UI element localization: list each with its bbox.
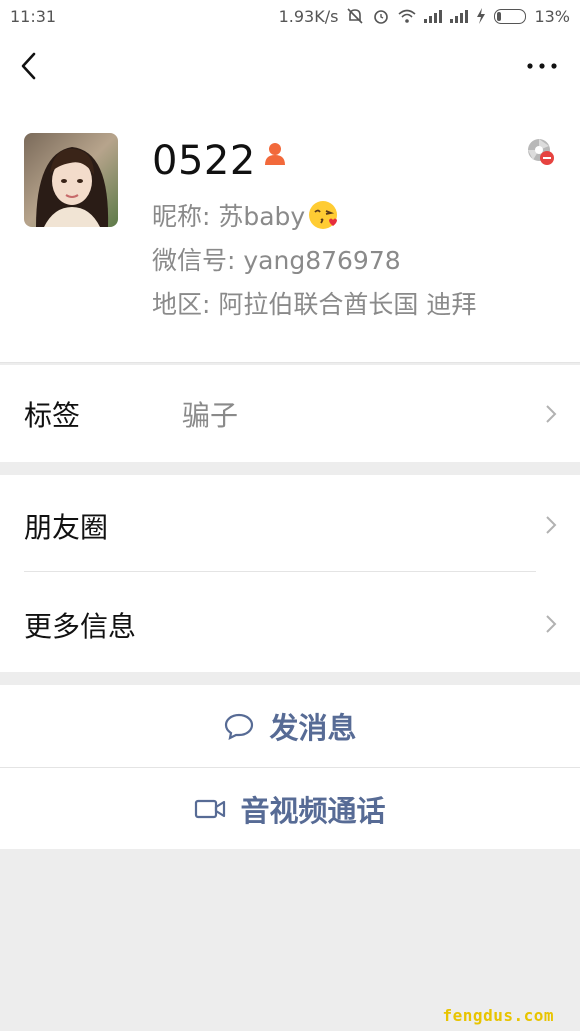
battery-fill — [497, 11, 501, 21]
battery-percent: 13% — [534, 6, 570, 26]
video-call-label: 音视频通话 — [240, 793, 386, 828]
battery-icon — [494, 8, 527, 24]
send-message-button[interactable]: 发消息 — [0, 685, 580, 767]
more-info-title: 更多信息 — [24, 610, 137, 643]
chat-bubble-icon — [225, 713, 254, 740]
tags-value: 骗子 — [182, 399, 239, 432]
signal-icon-1 — [424, 9, 443, 23]
send-message-label: 发消息 — [269, 711, 357, 745]
wechat-id-line: 微信号: yang876978 — [152, 246, 401, 275]
avatar[interactable] — [24, 133, 118, 227]
video-camera-icon — [195, 799, 226, 818]
charging-icon — [477, 8, 486, 24]
nickname-text: 昵称: 苏baby — [152, 202, 306, 231]
more-dots-icon[interactable] — [524, 52, 560, 80]
wifi-icon — [398, 9, 416, 23]
watermark: fengdus.com — [442, 1006, 554, 1025]
signal-icon-2 — [450, 9, 469, 23]
moments-cell[interactable]: 朋友圈 — [0, 475, 580, 572]
chevron-right-icon — [546, 615, 557, 633]
nickname-line: 昵称: 苏baby — [152, 197, 341, 233]
person-badge-icon — [264, 143, 285, 165]
video-call-button[interactable]: 音视频通话 — [0, 768, 580, 849]
status-time: 11:31 — [10, 6, 57, 26]
more-info-cell[interactable]: 更多信息 — [0, 572, 580, 672]
chevron-right-icon — [546, 405, 557, 423]
network-speed: 1.93K/s — [278, 6, 339, 26]
divider — [0, 362, 580, 363]
contact-profile-page: 11:31 1.93K/s 13% 0522 昵称: 苏baby 微信号: ya… — [0, 0, 580, 1031]
profile-header: 0522 昵称: 苏baby 微信号: yang876978 地区: 阿拉伯联合… — [0, 100, 580, 363]
status-indicators: 1.93K/s 13% — [279, 7, 570, 26]
tags-title: 标签 — [24, 399, 81, 432]
display-name: 0522 — [152, 138, 256, 184]
region-line: 地区: 阿拉伯联合酋长国 迪拜 — [152, 290, 477, 319]
moments-title: 朋友圈 — [24, 511, 109, 544]
name-row: 0522 — [152, 138, 286, 184]
nav-bar — [0, 32, 580, 100]
chevron-left-icon[interactable] — [14, 48, 46, 84]
mute-bell-icon — [347, 8, 364, 24]
chevron-right-icon — [546, 516, 557, 534]
tags-cell[interactable]: 标签 骗子 — [0, 365, 580, 462]
kiss-emoji-icon — [309, 201, 338, 229]
status-blocked-icon — [528, 139, 554, 165]
status-bar: 11:31 1.93K/s 13% — [0, 0, 580, 32]
alarm-icon — [374, 10, 389, 24]
